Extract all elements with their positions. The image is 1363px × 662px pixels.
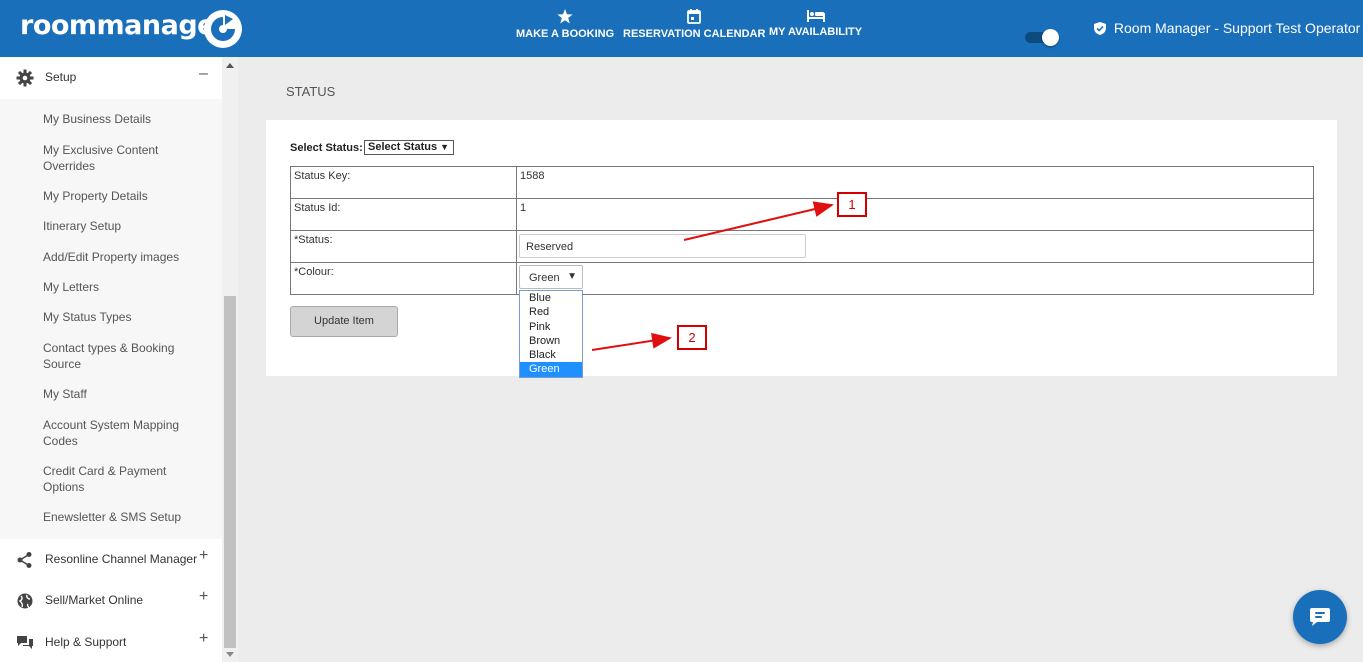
- expand-icon[interactable]: +: [199, 547, 208, 565]
- logo-mark-icon: [204, 10, 242, 48]
- sidebar-item-my-letters[interactable]: My Letters: [43, 279, 208, 295]
- colour-option-brown[interactable]: Brown: [520, 334, 582, 348]
- sidebar-item-property-images[interactable]: Add/Edit Property images: [43, 249, 208, 265]
- select-status-dropdown[interactable]: Select Status ▼: [364, 140, 454, 155]
- nav-make-a-booking[interactable]: MAKE A BOOKING: [516, 9, 614, 40]
- operator-name: Room Manager - Support Test Operator: [1113, 20, 1361, 36]
- status-label: *Status:: [290, 230, 517, 263]
- sidebar: Setup – My Business Details My Exclusive…: [0, 57, 222, 662]
- nav-my-availability[interactable]: MY AVAILABILITY: [769, 9, 862, 38]
- star-icon: [557, 9, 573, 24]
- sidebar-section-label: Help & Support: [45, 635, 127, 649]
- nav-reservation-calendar[interactable]: RESERVATION CALENDAR: [623, 9, 765, 40]
- colour-option-black[interactable]: Black: [520, 348, 582, 362]
- colour-dropdown-list: Blue Red Pink Brown Black Green: [519, 290, 583, 378]
- theme-toggle[interactable]: [1025, 29, 1061, 46]
- calendar-icon: [687, 9, 702, 24]
- logo-text: roommanager: [20, 10, 228, 41]
- nav-label: MY AVAILABILITY: [769, 26, 863, 38]
- status-id-label: Status Id:: [290, 198, 517, 231]
- scroll-down-arrow-icon[interactable]: [226, 652, 234, 657]
- sidebar-item-my-status-types[interactable]: My Status Types: [43, 309, 208, 325]
- collapse-icon[interactable]: –: [199, 65, 208, 83]
- colour-cell: [516, 262, 1314, 295]
- scroll-up-arrow-icon[interactable]: [226, 63, 234, 68]
- sidebar-item-contact-types[interactable]: Contact types & Booking Source: [43, 340, 208, 372]
- status-key-label: Status Key:: [290, 166, 517, 199]
- status-name-input[interactable]: Reserved: [519, 234, 806, 258]
- bed-icon: [806, 10, 825, 22]
- table-row: *Colour:: [290, 262, 1314, 295]
- sidebar-item-my-property-details[interactable]: My Property Details: [43, 188, 208, 204]
- sidebar-section-sell-market[interactable]: Sell/Market Online +: [0, 580, 222, 620]
- annotation-marker-2: 2: [677, 325, 707, 350]
- colour-selected-value: Green: [529, 272, 560, 284]
- sidebar-section-setup[interactable]: Setup –: [0, 57, 222, 97]
- table-row: Status Key: 1588: [290, 166, 1314, 199]
- sidebar-scrollbar[interactable]: [222, 57, 238, 662]
- update-item-button[interactable]: Update Item: [290, 306, 398, 337]
- colour-select[interactable]: Green ▼: [519, 265, 583, 289]
- caret-down-icon: ▼: [440, 142, 449, 152]
- status-id-value: 1: [516, 198, 1314, 231]
- sidebar-item-my-business-details[interactable]: My Business Details: [43, 111, 208, 127]
- shield-check-icon: [1094, 22, 1106, 35]
- sidebar-item-itinerary-setup[interactable]: Itinerary Setup: [43, 218, 208, 234]
- sidebar-item-credit-card-payment[interactable]: Credit Card & Payment Options: [43, 463, 208, 495]
- colour-option-red[interactable]: Red: [520, 305, 582, 319]
- chat-icon: [1310, 608, 1330, 626]
- page-title: STATUS: [286, 84, 336, 99]
- colour-option-green[interactable]: Green: [520, 362, 582, 377]
- expand-icon[interactable]: +: [199, 588, 208, 606]
- colour-label: *Colour:: [290, 262, 517, 295]
- sidebar-item-exclusive-content-overrides[interactable]: My Exclusive Content Overrides: [43, 142, 208, 174]
- toggle-knob: [1042, 29, 1059, 46]
- sidebar-section-help-support[interactable]: Help & Support +: [0, 622, 222, 662]
- status-details-table: Status Key: 1588 Status Id: 1 *Status: *…: [290, 166, 1314, 295]
- table-row: Status Id: 1: [290, 198, 1314, 231]
- sidebar-section-resonline[interactable]: Resonline Channel Manager +: [0, 539, 222, 579]
- share-icon: [17, 552, 32, 568]
- nav-label: MAKE A BOOKING: [516, 28, 615, 40]
- sidebar-item-enewsletter-sms[interactable]: Enewsletter & SMS Setup: [43, 509, 208, 525]
- colour-option-pink[interactable]: Pink: [520, 320, 582, 334]
- expand-icon[interactable]: +: [199, 630, 208, 648]
- sidebar-item-account-mapping-codes[interactable]: Account System Mapping Codes: [43, 417, 208, 449]
- scroll-thumb[interactable]: [224, 296, 236, 648]
- top-header: roommanager MAKE A BOOKING RESERVATION C…: [0, 0, 1363, 57]
- sidebar-section-label: Resonline Channel Manager: [45, 552, 198, 566]
- globe-icon: [17, 593, 33, 609]
- status-key-value: 1588: [516, 166, 1314, 199]
- status-form-card: Select Status: Select Status ▼ Status Ke…: [266, 120, 1337, 378]
- operator-menu[interactable]: Room Manager - Support Test Operator: [1094, 20, 1360, 36]
- chat-launcher-button[interactable]: [1293, 590, 1347, 644]
- annotation-marker-1: 1: [837, 192, 867, 217]
- sidebar-section-label: Setup: [45, 70, 77, 84]
- sidebar-item-my-staff[interactable]: My Staff: [43, 386, 208, 402]
- setup-submenu: My Business Details My Exclusive Content…: [0, 99, 222, 539]
- select-status-value: Select Status: [368, 141, 438, 153]
- sidebar-section-label: Sell/Market Online: [45, 593, 144, 607]
- colour-option-blue[interactable]: Blue: [520, 291, 582, 305]
- chat-bubbles-icon: [17, 636, 33, 649]
- nav-label: RESERVATION CALENDAR: [623, 28, 766, 40]
- select-status-label: Select Status:: [290, 142, 363, 154]
- caret-down-icon: ▼: [567, 271, 577, 282]
- gear-icon: [16, 69, 34, 87]
